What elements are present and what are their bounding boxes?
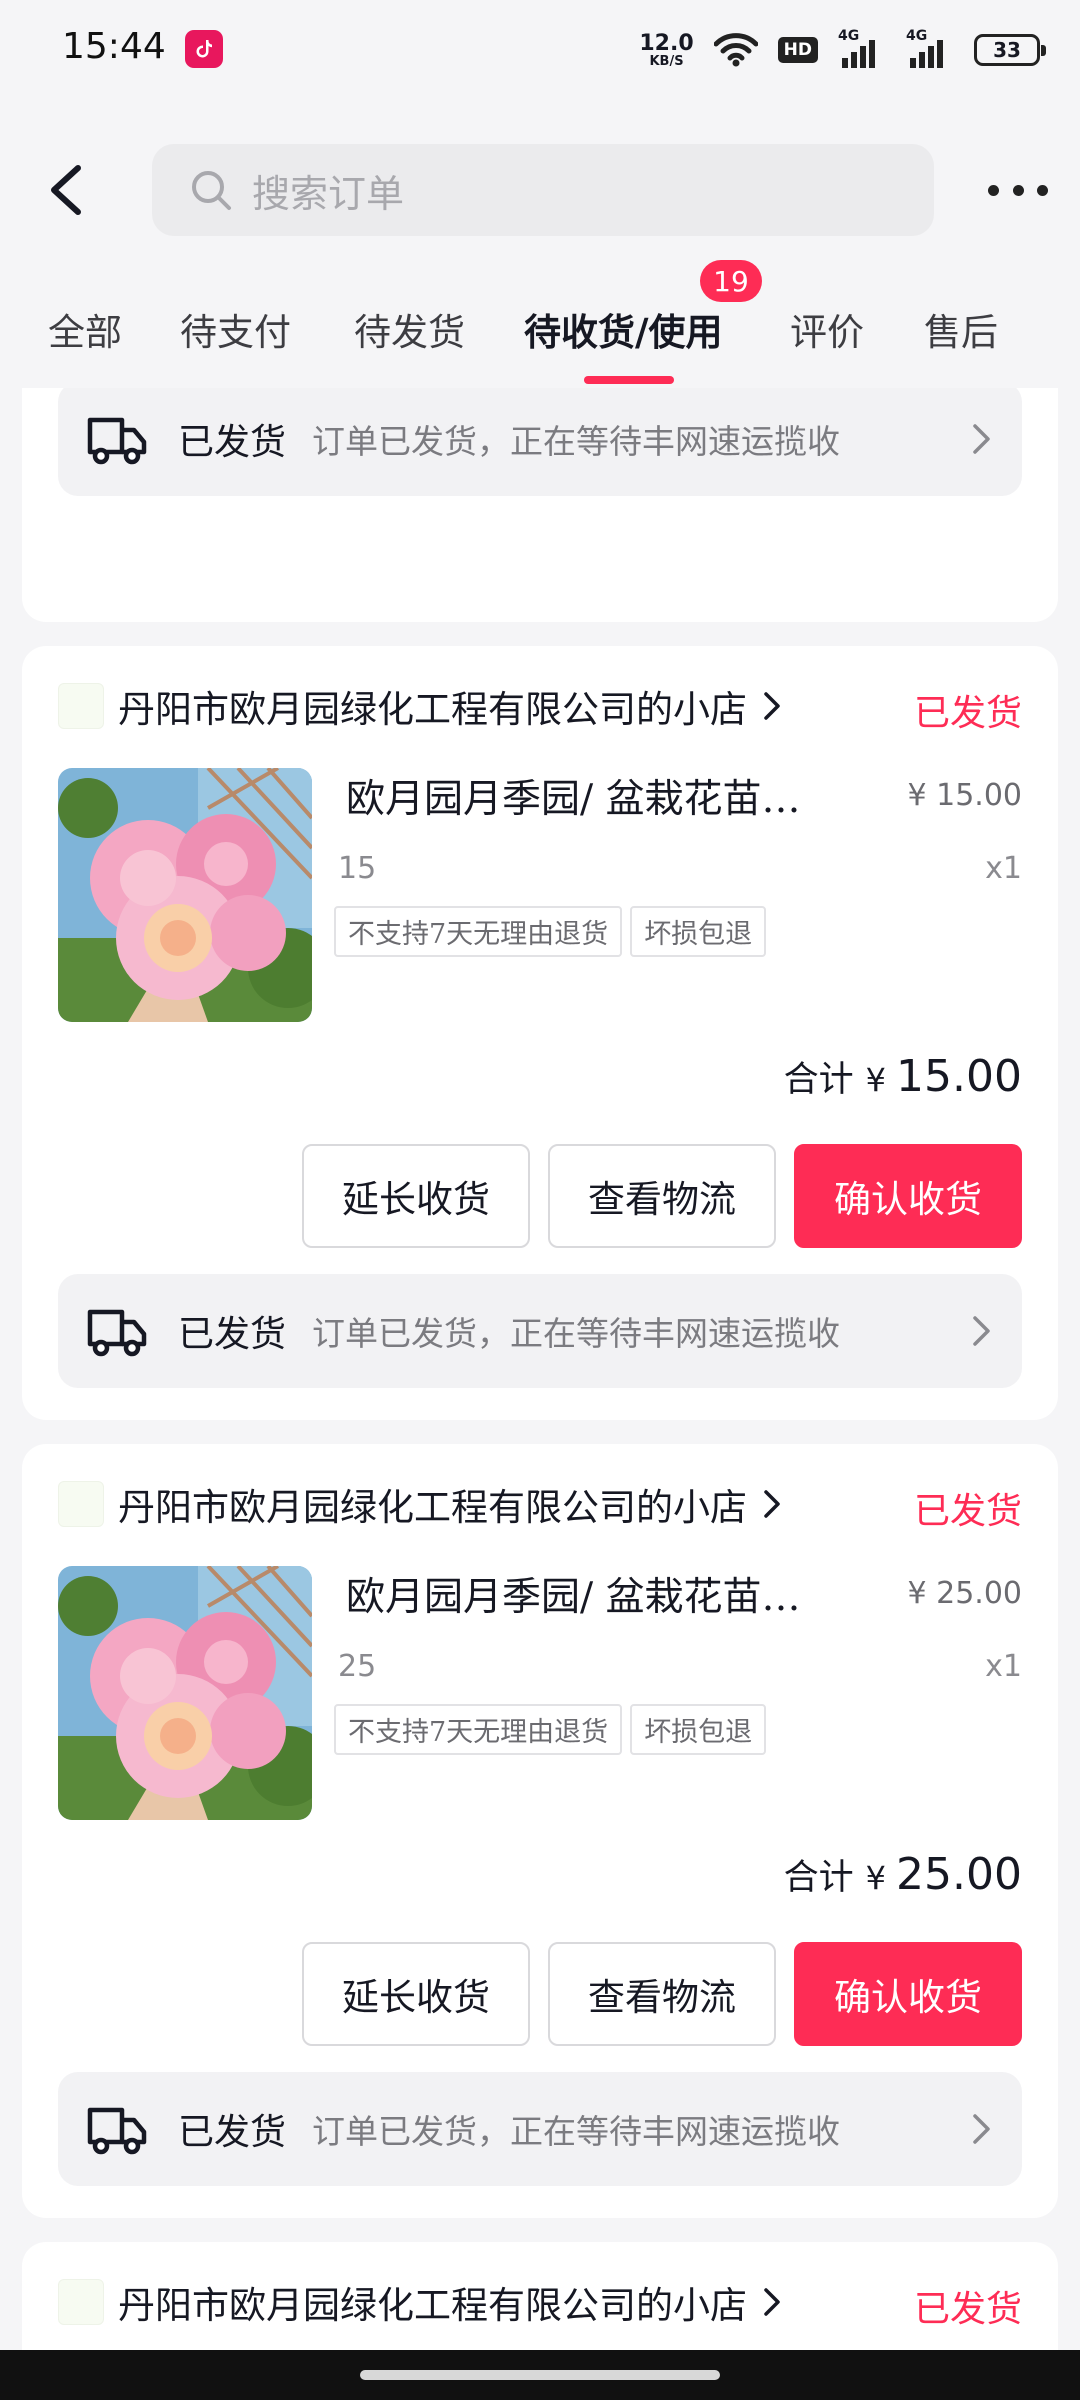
order-card: 丹阳市欧月园绿化工程有限公司的小店 已发货	[22, 1444, 1058, 2218]
battery-icon: 33	[974, 34, 1046, 66]
tag-damage-refund: 坏损包退	[630, 1704, 767, 1755]
extend-receipt-button[interactable]: 延长收货	[302, 1144, 530, 1248]
product-price: ¥ 25.00	[907, 1576, 1022, 1611]
tab-pending-receipt[interactable]: 待收货/使用	[524, 302, 723, 356]
more-options-icon[interactable]	[988, 170, 1048, 210]
total-amount: 25.00	[896, 1849, 1022, 1900]
tag-damage-refund: 坏损包退	[630, 906, 767, 957]
shipping-status-bar[interactable]: 已发货 订单已发货，正在等待丰网速运揽收	[58, 2072, 1022, 2186]
tiktok-app-icon	[185, 30, 223, 68]
shop-logo	[58, 1481, 104, 1527]
status-bar: 15:44 12.0 KB/S HD 4G 4G 33	[0, 0, 1080, 100]
order-status: 已发货	[913, 693, 1022, 734]
extend-receipt-button[interactable]: 延长收货	[302, 1942, 530, 2046]
confirm-receipt-button[interactable]: 确认收货	[794, 1942, 1022, 2046]
view-logistics-button[interactable]: 查看物流	[548, 1942, 776, 2046]
shipping-status-bar[interactable]: 已发货 订单已发货，正在等待丰网速运揽收	[58, 388, 1022, 496]
product-tags: 不支持7天无理由退货 坏损包退	[334, 1704, 767, 1755]
shop-header[interactable]: 丹阳市欧月园绿化工程有限公司的小店 已发货	[58, 676, 1022, 736]
shipping-status: 已发货	[178, 1314, 287, 1355]
tab-pending-shipment[interactable]: 待发货	[354, 302, 465, 356]
shop-header[interactable]: 丹阳市欧月园绿化工程有限公司的小店 已发货	[58, 2272, 1022, 2332]
tag-no-return: 不支持7天无理由退货	[334, 906, 623, 957]
search-input[interactable]: 搜索订单	[152, 144, 934, 236]
shipping-status: 已发货	[178, 422, 287, 463]
truck-icon	[87, 2107, 147, 2155]
tab-reviews[interactable]: 评价	[790, 302, 864, 356]
tab-count-badge: 19	[700, 260, 762, 302]
product-spec: 25	[338, 1649, 377, 1684]
product-quantity: x1	[985, 1649, 1022, 1684]
product-spec: 15	[338, 851, 377, 886]
shipping-description: 订单已发货，正在等待丰网速运揽收	[312, 422, 841, 461]
confirm-receipt-button[interactable]: 确认收货	[794, 1144, 1022, 1248]
total-label: 合计	[783, 1060, 854, 1100]
truck-icon	[87, 417, 147, 465]
back-button[interactable]	[40, 160, 100, 220]
search-icon	[192, 171, 231, 210]
truck-icon	[87, 1309, 147, 1357]
shop-name: 丹阳市欧月园绿化工程有限公司的小店	[118, 2284, 747, 2327]
order-status: 已发货	[913, 1491, 1022, 1532]
shipping-description: 订单已发货，正在等待丰网速运揽收	[312, 2112, 841, 2151]
chevron-right-icon	[973, 1316, 990, 1346]
order-actions: 延长收货 查看物流 确认收货	[302, 1942, 1022, 2046]
product-tags: 不支持7天无理由退货 坏损包退	[334, 906, 767, 957]
currency-symbol: ¥	[865, 1859, 887, 1897]
network-speed: 12.0 KB/S	[639, 30, 694, 69]
product-price: ¥ 15.00	[907, 778, 1022, 813]
hd-voice-icon: HD	[777, 37, 818, 63]
view-logistics-button[interactable]: 查看物流	[548, 1144, 776, 1248]
product-image[interactable]	[58, 768, 312, 1022]
chevron-right-icon	[973, 424, 990, 454]
order-total: 合计 ¥ 25.00	[784, 1849, 1022, 1900]
search-placeholder: 搜索订单	[252, 171, 405, 216]
order-total: 合计 ¥ 15.00	[784, 1051, 1022, 1102]
tab-pending-payment[interactable]: 待支付	[180, 302, 291, 356]
currency-symbol: ¥	[865, 1061, 887, 1099]
product-image[interactable]	[58, 1566, 312, 1820]
shipping-status-bar[interactable]: 已发货 订单已发货，正在等待丰网速运揽收	[58, 1274, 1022, 1388]
tag-no-return: 不支持7天无理由退货	[334, 1704, 623, 1755]
order-card: 丹阳市欧月园绿化工程有限公司的小店 已发货	[22, 2242, 1058, 2350]
order-tabs: 全部 待支付 待发货 待收货/使用 19 评价 售后	[0, 260, 1080, 390]
signal-icon: 4G	[838, 28, 886, 68]
status-time: 15:44	[62, 26, 166, 67]
product-quantity: x1	[985, 851, 1022, 886]
system-navigation-bar	[0, 2350, 1080, 2400]
shipping-status: 已发货	[178, 2112, 287, 2153]
battery-level: 33	[993, 38, 1021, 62]
shop-name: 丹阳市欧月园绿化工程有限公司的小店	[118, 688, 747, 731]
order-card: 丹阳市欧月园绿化工程有限公司的小店 已发货	[22, 646, 1058, 1420]
shop-header[interactable]: 丹阳市欧月园绿化工程有限公司的小店 已发货	[58, 1474, 1022, 1534]
home-indicator[interactable]	[360, 2370, 720, 2380]
total-amount: 15.00	[896, 1051, 1022, 1102]
shipping-description: 订单已发货，正在等待丰网速运揽收	[312, 1314, 841, 1353]
wifi-icon	[713, 33, 758, 67]
order-card: 延长收货 查看物流 确认收货 已发货 订单已发货，正在等待丰网速运揽收	[22, 388, 1058, 622]
order-status: 已发货	[913, 2289, 1022, 2330]
shop-name: 丹阳市欧月园绿化工程有限公司的小店	[118, 1486, 747, 1529]
total-label: 合计	[783, 1858, 854, 1898]
chevron-right-icon	[764, 1490, 780, 1518]
network-speed-unit: KB/S	[649, 53, 684, 69]
order-actions: 延长收货 查看物流 确认收货	[302, 1144, 1022, 1248]
signal-icon: 4G	[906, 28, 954, 68]
shop-logo	[58, 2279, 104, 2325]
header: 搜索订单	[0, 140, 1080, 240]
active-tab-indicator	[584, 376, 674, 384]
status-indicators: 12.0 KB/S HD 4G 4G 33	[639, 28, 1046, 72]
chevron-right-icon	[764, 2288, 780, 2316]
back-arrow-icon	[51, 165, 81, 215]
tab-all[interactable]: 全部	[48, 302, 122, 356]
product-title[interactable]: 欧月园月季园/ 盆栽花苗…	[346, 768, 886, 824]
chevron-right-icon	[764, 692, 780, 720]
tab-after-sales[interactable]: 售后	[924, 302, 998, 356]
order-list: 延长收货 查看物流 确认收货 已发货 订单已发货，正在等待丰网速运揽收 丹阳市欧…	[0, 388, 1080, 2350]
shop-logo	[58, 683, 104, 729]
chevron-right-icon	[973, 2114, 990, 2144]
product-title[interactable]: 欧月园月季园/ 盆栽花苗…	[346, 1566, 886, 1622]
network-speed-value: 12.0	[639, 30, 694, 56]
